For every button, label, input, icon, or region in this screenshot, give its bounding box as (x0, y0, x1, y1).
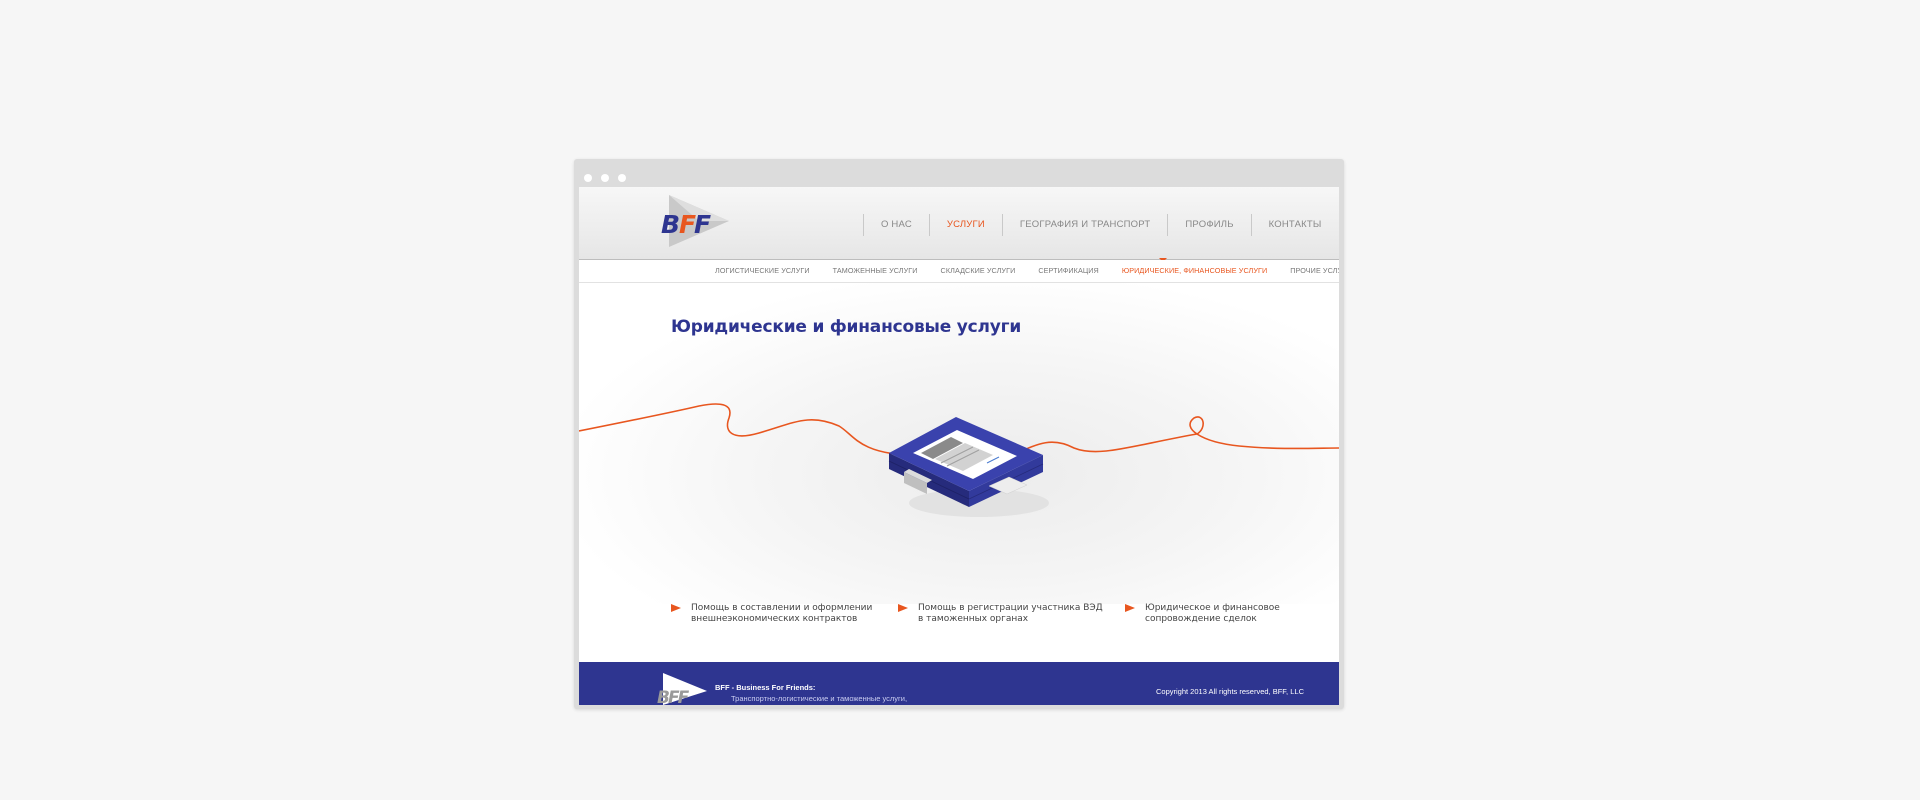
feature-arrow-icon (898, 604, 908, 612)
feature-text: Помощь в регистрации участника ВЭД в там… (918, 603, 1103, 625)
feature-text: Юридическое и финансовое сопровождение с… (1145, 603, 1330, 625)
feature-line: Помощь в регистрации участника ВЭД (918, 603, 1103, 613)
feature-list: Помощь в составлении и оформлении внешне… (671, 603, 1280, 633)
nav-item-contacts[interactable]: КОНТАКТЫ (1250, 214, 1339, 236)
feature-arrow-icon (1125, 604, 1135, 612)
browser-window: B F F О НАС УСЛУГИ ГЕОГРАФИЯ И ТРАНСПОРТ… (574, 159, 1344, 709)
feature-arrow-icon (671, 604, 681, 612)
site-header: B F F О НАС УСЛУГИ ГЕОГРАФИЯ И ТРАНСПОРТ… (579, 187, 1339, 260)
browser-dot-icon[interactable] (584, 174, 592, 182)
browser-dot-icon[interactable] (601, 174, 609, 182)
nav-item-geography[interactable]: ГЕОГРАФИЯ И ТРАНСПОРТ (1001, 214, 1167, 236)
main-nav: О НАС УСЛУГИ ГЕОГРАФИЯ И ТРАНСПОРТ ПРОФИ… (863, 214, 1339, 236)
nav-item-profile[interactable]: ПРОФИЛЬ (1167, 214, 1250, 236)
svg-text:F: F (694, 210, 711, 239)
subnav-item-warehouse[interactable]: СКЛАДСКИЕ УСЛУГИ (941, 260, 1016, 282)
window-controls (584, 169, 635, 182)
nav-item-services[interactable]: УСЛУГИ (928, 214, 1002, 236)
footer-copyright: Copyright 2013 All rights reserved, BFF,… (1156, 687, 1304, 696)
feature-text: Помощь в составлении и оформлении внешне… (691, 603, 876, 625)
feature-line: внешнеэкономических контрактов (691, 614, 858, 624)
main-content: Юридические и финансовые услуги (579, 283, 1339, 604)
page-viewport: B F F О НАС УСЛУГИ ГЕОГРАФИЯ И ТРАНСПОРТ… (579, 187, 1339, 705)
feature-line: в таможенных органах (918, 614, 1029, 624)
subnav-item-other[interactable]: ПРОЧИЕ УСЛУГИ (1290, 260, 1339, 282)
subnav-item-certification[interactable]: СЕРТИФИКАЦИЯ (1038, 260, 1099, 282)
feature-line: Юридическое и финансовое (1145, 603, 1280, 613)
footer-title: BFF - Business For Friends: (715, 683, 816, 692)
bff-logo[interactable]: B F F (659, 193, 731, 249)
subnav-item-customs[interactable]: ТАМОЖЕННЫЕ УСЛУГИ (833, 260, 918, 282)
subnav-item-logistics[interactable]: ЛОГИСТИЧЕСКИЕ УСЛУГИ (715, 260, 810, 282)
footer-description: Транспортно-логистические и таможенные у… (731, 694, 908, 703)
feature-line: сопровождение сделок (1145, 614, 1257, 624)
briefcase-illustration (579, 403, 1339, 517)
page-title: Юридические и финансовые услуги (671, 317, 1022, 337)
sub-nav: ЛОГИСТИЧЕСКИЕ УСЛУГИ ТАМОЖЕННЫЕ УСЛУГИ С… (579, 260, 1339, 283)
svg-text:B: B (661, 210, 679, 239)
svg-text:BFF: BFF (657, 688, 690, 705)
subnav-item-legal-finance[interactable]: ЮРИДИЧЕСКИЕ, ФИНАНСОВЫЕ УСЛУГИ (1122, 260, 1267, 282)
feature-line: Помощь в составлении и оформлении (691, 603, 873, 613)
site-footer: BFF BFF - Business For Friends: Транспор… (579, 662, 1339, 705)
footer-logo[interactable]: BFF (657, 673, 707, 705)
nav-item-about[interactable]: О НАС (863, 214, 929, 236)
browser-dot-icon[interactable] (618, 174, 626, 182)
